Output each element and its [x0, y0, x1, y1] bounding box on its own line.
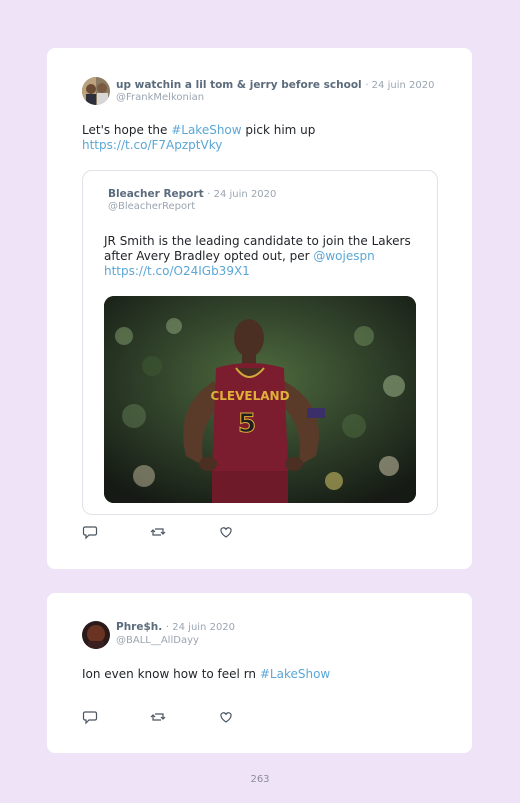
retweet-button[interactable] [150, 524, 168, 542]
jersey-number: 5 [238, 409, 256, 439]
like-button[interactable] [218, 524, 236, 542]
retweet-icon [150, 528, 166, 536]
jersey-text: CLEVELAND [210, 389, 289, 403]
quoted-author-name[interactable]: Bleacher Report [108, 188, 204, 200]
author-name[interactable]: Phre$h. [116, 621, 162, 633]
tweet-card: Phre$h. · 24 juin 2020 @BALL__AllDayy Io… [47, 593, 472, 753]
avatar[interactable] [82, 77, 110, 105]
reply-icon [82, 711, 98, 725]
reply-icon [82, 526, 98, 540]
quoted-tweet[interactable]: Bleacher Report · 24 juin 2020 @Bleacher… [82, 170, 438, 515]
tweet-author[interactable]: up watchin a lil tom & jerry before scho… [116, 79, 434, 91]
quoted-text-line1: JR Smith is the leading candidate to joi… [104, 234, 411, 248]
quoted-handle[interactable]: @BleacherReport [108, 201, 195, 212]
quoted-text-line2: after Avery Bradley opted out, per [104, 249, 314, 263]
quoted-author[interactable]: Bleacher Report · 24 juin 2020 [108, 188, 276, 200]
author-name[interactable]: up watchin a lil tom & jerry before scho… [116, 79, 362, 91]
tweet-date[interactable]: · 24 juin 2020 [166, 622, 235, 633]
mention-link[interactable]: @wojespn [313, 249, 374, 263]
avatar-image [82, 77, 110, 105]
hashtag-link[interactable]: #LakeShow [260, 667, 330, 681]
tweet-text-after: pick him up [241, 123, 316, 137]
tweet-text-before: Ion even know how to feel rn [82, 667, 260, 681]
tweet-text-before: Let's hope the [82, 123, 172, 137]
avatar[interactable] [82, 621, 110, 649]
tweet-date[interactable]: · 24 juin 2020 [365, 80, 434, 91]
quoted-date[interactable]: · 24 juin 2020 [207, 189, 276, 200]
heart-icon [220, 527, 232, 538]
quoted-text: JR Smith is the leading candidate to joi… [104, 234, 424, 279]
reply-button[interactable] [82, 524, 100, 542]
tweet-text: Let's hope the #LakeShow pick him up htt… [82, 123, 442, 153]
quoted-url-link[interactable]: https://t.co/O24IGb39X1 [104, 264, 250, 278]
hashtag-link[interactable]: #LakeShow [171, 123, 241, 137]
avatar-image [82, 621, 110, 649]
tweet-author[interactable]: Phre$h. · 24 juin 2020 [116, 621, 235, 633]
page-number: 263 [250, 774, 270, 785]
tweet-url-link[interactable]: https://t.co/F7ApzptVky [82, 138, 222, 152]
tweet-card: up watchin a lil tom & jerry before scho… [47, 48, 472, 569]
author-handle[interactable]: @FrankMelkonian [116, 92, 204, 103]
heart-icon [220, 712, 232, 723]
author-handle[interactable]: @BALL__AllDayy [116, 635, 199, 646]
player-photo: CLEVELAND 5 [104, 296, 416, 503]
reply-button[interactable] [82, 709, 100, 727]
like-button[interactable] [218, 709, 236, 727]
retweet-button[interactable] [150, 709, 168, 727]
tweet-photo[interactable]: CLEVELAND 5 [104, 296, 416, 503]
tweet-text: Ion even know how to feel rn #LakeShow [82, 667, 442, 682]
retweet-icon [150, 713, 166, 721]
